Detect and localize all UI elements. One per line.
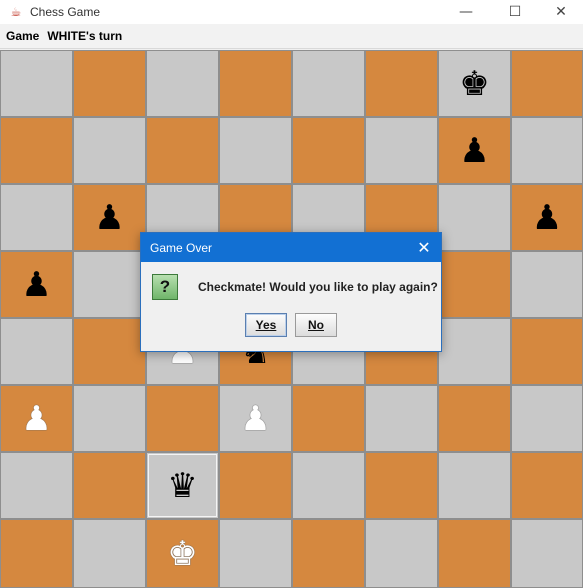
square-g2[interactable]: [438, 452, 511, 519]
white-king-icon[interactable]: ♚: [167, 537, 197, 571]
square-b7[interactable]: [73, 117, 146, 184]
square-d7[interactable]: [219, 117, 292, 184]
square-d1[interactable]: [219, 519, 292, 588]
square-b5[interactable]: [73, 251, 146, 318]
square-f7[interactable]: [365, 117, 438, 184]
square-c2[interactable]: ♛: [146, 452, 219, 519]
square-e8[interactable]: [292, 50, 365, 117]
black-king-icon[interactable]: ♚: [459, 67, 489, 101]
game-over-dialog: Game Over ✕ ? Checkmate! Would you like …: [140, 232, 442, 352]
square-b4[interactable]: [73, 318, 146, 385]
java-icon: ☕: [10, 5, 22, 19]
maximize-button[interactable]: ☐: [492, 0, 538, 24]
square-a7[interactable]: [0, 117, 73, 184]
white-pawn-icon[interactable]: ♟: [21, 402, 51, 436]
window-title: Chess Game: [30, 5, 101, 19]
square-a3[interactable]: ♟: [0, 385, 73, 452]
square-h4[interactable]: [511, 318, 583, 385]
square-c3[interactable]: [146, 385, 219, 452]
no-button[interactable]: No: [295, 313, 337, 337]
square-a8[interactable]: [0, 50, 73, 117]
square-e2[interactable]: [292, 452, 365, 519]
square-a5[interactable]: ♟: [0, 251, 73, 318]
square-d2[interactable]: [219, 452, 292, 519]
square-h5[interactable]: [511, 251, 583, 318]
dialog-title: Game Over: [150, 240, 213, 255]
square-a2[interactable]: [0, 452, 73, 519]
black-queen-icon[interactable]: ♛: [167, 469, 197, 503]
square-h6[interactable]: ♟: [511, 184, 583, 251]
square-h2[interactable]: [511, 452, 583, 519]
no-button-label: No: [308, 318, 324, 332]
turn-status: WHITE's turn: [47, 29, 123, 43]
dialog-title-bar: Game Over ✕: [141, 233, 441, 262]
menu-bar: Game WHITE's turn: [0, 24, 583, 49]
yes-button[interactable]: Yes: [245, 313, 287, 337]
minimize-button[interactable]: —: [443, 0, 489, 24]
yes-button-label: Yes: [255, 318, 277, 332]
square-d3[interactable]: ♟: [219, 385, 292, 452]
square-c8[interactable]: [146, 50, 219, 117]
square-e3[interactable]: [292, 385, 365, 452]
square-b3[interactable]: [73, 385, 146, 452]
square-f1[interactable]: [365, 519, 438, 588]
dialog-close-icon[interactable]: ✕: [413, 236, 435, 258]
dialog-message: Checkmate! Would you like to play again?: [198, 280, 438, 294]
square-g5[interactable]: [438, 251, 511, 318]
question-icon: ?: [152, 274, 178, 300]
menu-game[interactable]: Game: [6, 29, 39, 43]
black-pawn-icon[interactable]: ♟: [21, 268, 51, 302]
black-pawn-icon[interactable]: ♟: [94, 201, 124, 235]
square-h8[interactable]: [511, 50, 583, 117]
square-b6[interactable]: ♟: [73, 184, 146, 251]
square-b2[interactable]: [73, 452, 146, 519]
black-pawn-icon[interactable]: ♟: [532, 201, 562, 235]
square-e7[interactable]: [292, 117, 365, 184]
square-f2[interactable]: [365, 452, 438, 519]
white-pawn-icon[interactable]: ♟: [240, 402, 270, 436]
black-pawn-icon[interactable]: ♟: [459, 134, 489, 168]
square-a4[interactable]: [0, 318, 73, 385]
square-g1[interactable]: [438, 519, 511, 588]
close-window-button[interactable]: ✕: [538, 0, 583, 24]
square-d8[interactable]: [219, 50, 292, 117]
square-a6[interactable]: [0, 184, 73, 251]
square-f8[interactable]: [365, 50, 438, 117]
square-h1[interactable]: [511, 519, 583, 588]
square-g8[interactable]: ♚: [438, 50, 511, 117]
square-f3[interactable]: [365, 385, 438, 452]
square-g4[interactable]: [438, 318, 511, 385]
square-a1[interactable]: [0, 519, 73, 588]
square-c1[interactable]: ♚: [146, 519, 219, 588]
square-g7[interactable]: ♟: [438, 117, 511, 184]
square-b1[interactable]: [73, 519, 146, 588]
title-bar: ☕ Chess Game — ☐ ✕: [0, 0, 583, 24]
square-g6[interactable]: [438, 184, 511, 251]
square-h7[interactable]: [511, 117, 583, 184]
square-h3[interactable]: [511, 385, 583, 452]
square-e1[interactable]: [292, 519, 365, 588]
square-b8[interactable]: [73, 50, 146, 117]
square-c7[interactable]: [146, 117, 219, 184]
square-g3[interactable]: [438, 385, 511, 452]
